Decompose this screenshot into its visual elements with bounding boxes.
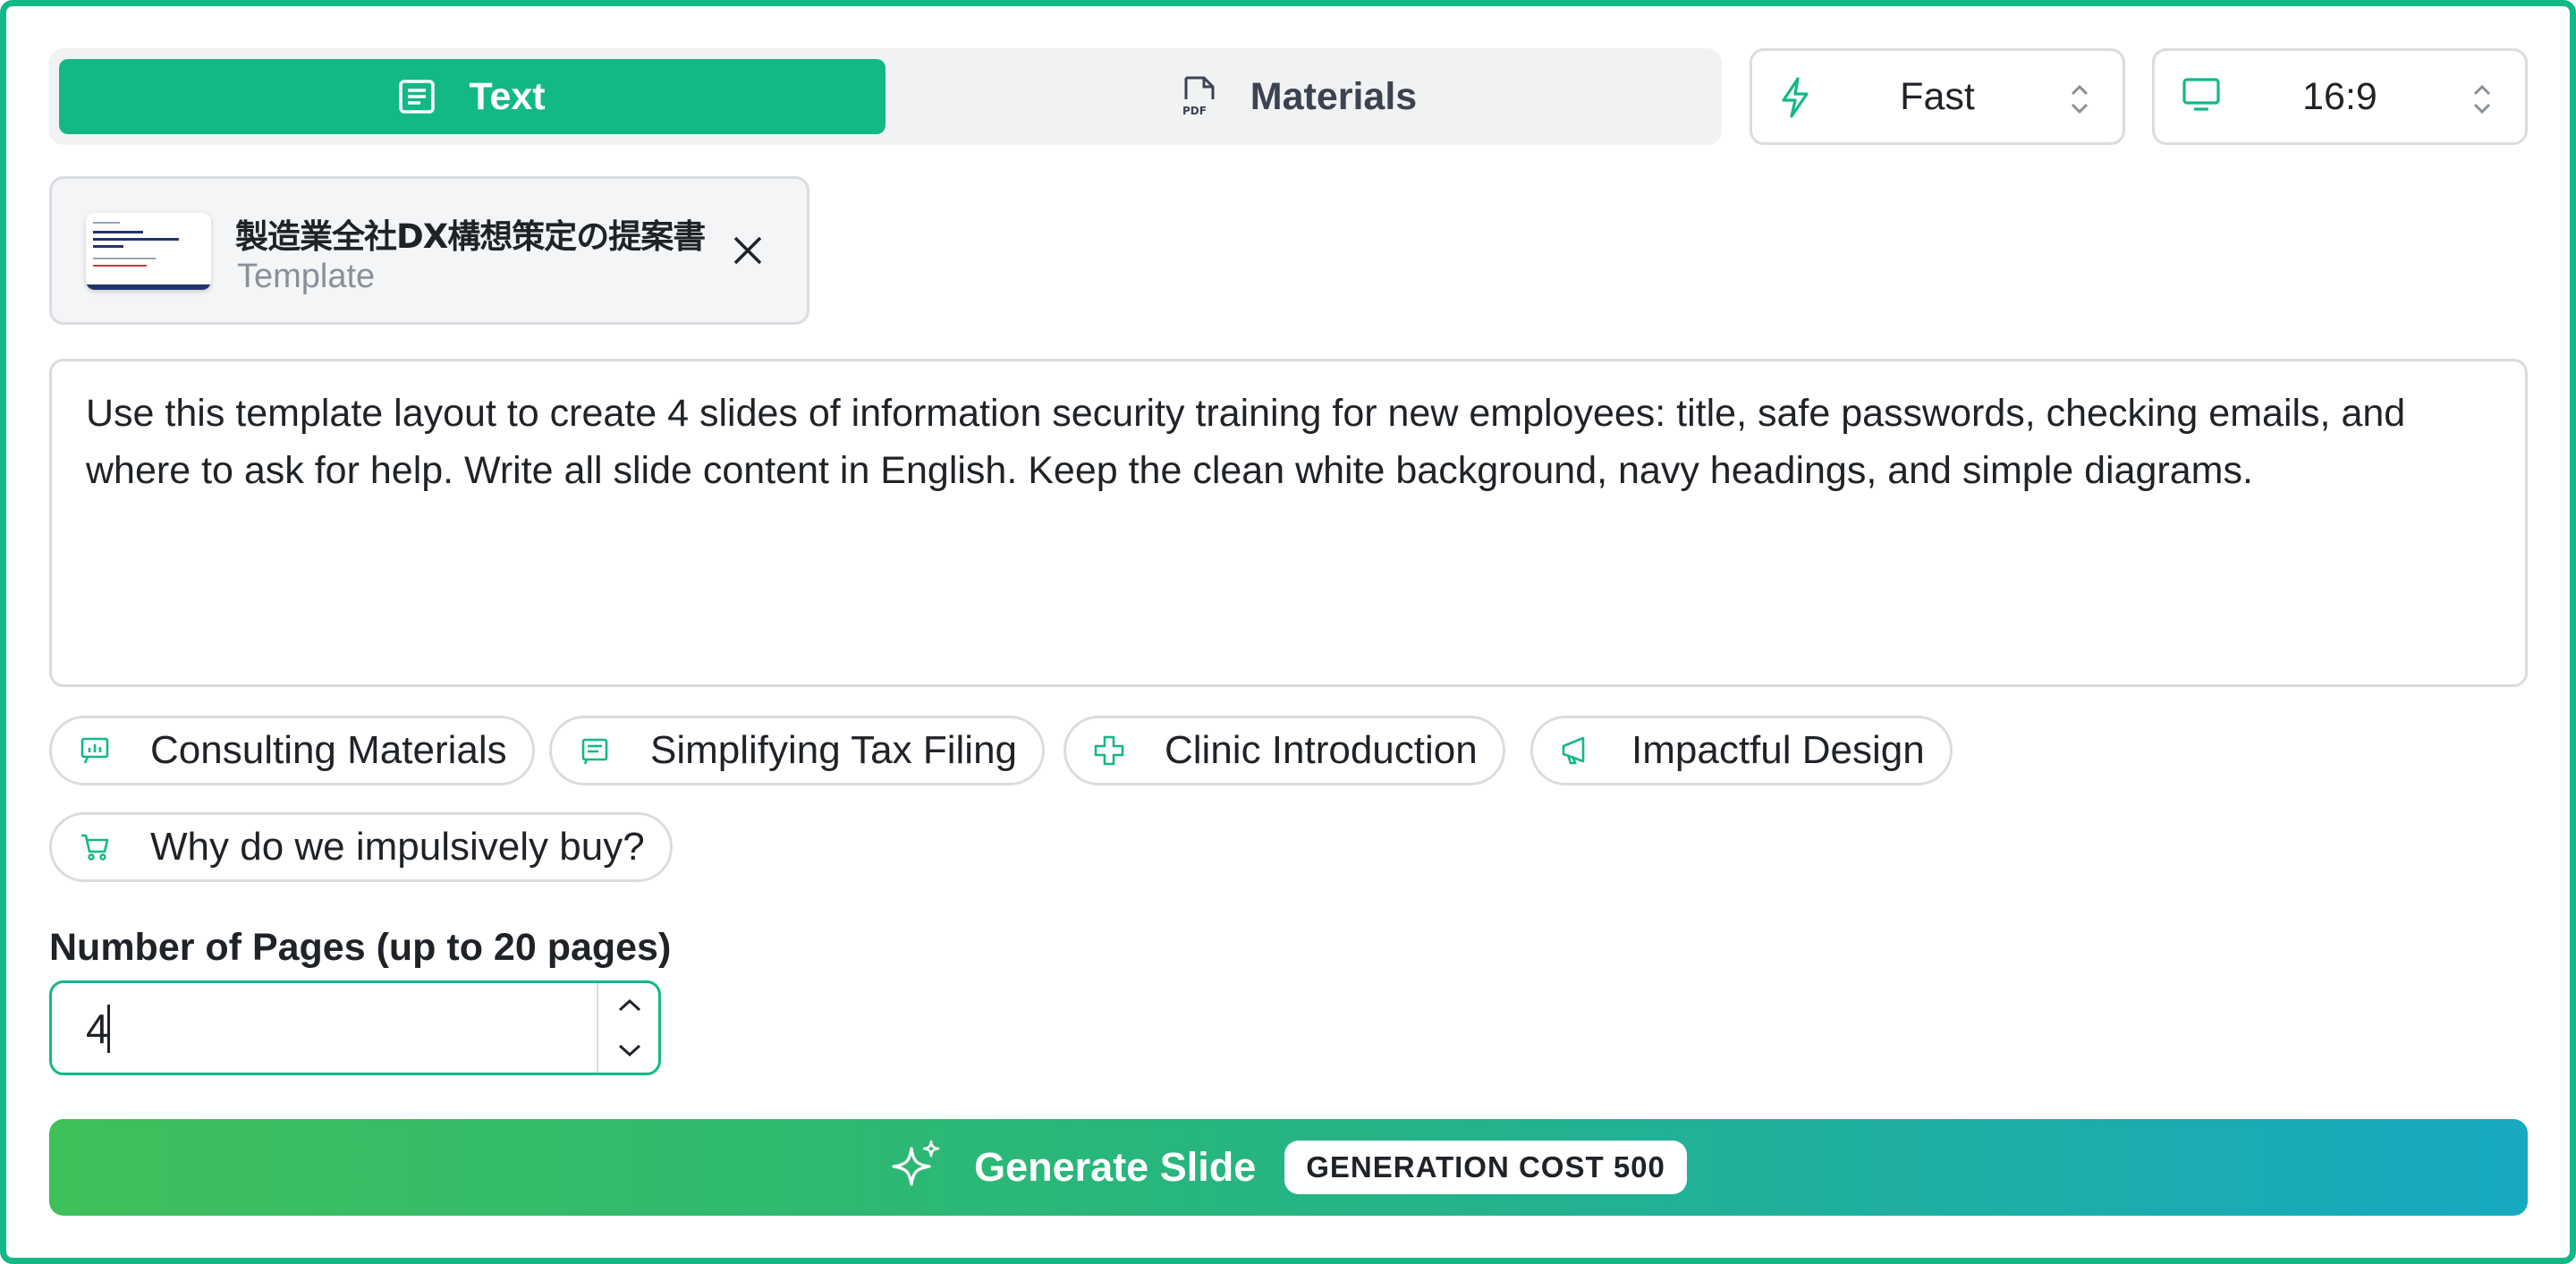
generate-label: Generate Slide (974, 1144, 1257, 1190)
medical-cross-icon (1093, 734, 1165, 767)
sparkle-icon (890, 1140, 944, 1196)
tab-materials[interactable]: PDF Materials (886, 59, 1712, 134)
generate-slide-button[interactable]: Generate Slide GENERATION COST 500 (49, 1119, 2528, 1216)
increment-button[interactable] (601, 983, 658, 1028)
chevron-updown-icon (2471, 81, 2493, 122)
speed-select[interactable]: Fast (1750, 48, 2125, 145)
pdf-file-icon: PDF (1181, 76, 1216, 117)
shopping-cart-icon (79, 831, 150, 863)
text-document-icon (399, 80, 436, 114)
template-chip: 製造業全社DX構想策定の提案書 Template (49, 176, 809, 325)
template-thumbnail (86, 213, 211, 290)
speed-select-value: Fast (1900, 74, 1975, 118)
mode-tabs: Text PDF Materials (49, 48, 1722, 145)
stepper-divider (597, 983, 598, 1073)
suggestion-label: Consulting Materials (150, 728, 507, 772)
svg-text:PDF: PDF (1182, 105, 1207, 117)
aspect-ratio-select[interactable]: 16:9 (2152, 48, 2528, 145)
tab-text[interactable]: Text (59, 59, 886, 134)
suggestion-label: Why do we impulsively buy? (150, 825, 645, 869)
chevron-updown-icon (2069, 81, 2090, 122)
pages-label: Number of Pages (up to 20 pages) (49, 926, 672, 969)
text-caret (107, 1005, 110, 1053)
tab-materials-label: Materials (1250, 74, 1418, 118)
suggestion-consulting-materials[interactable]: Consulting Materials (49, 716, 535, 785)
presentation-chart-icon (79, 734, 150, 767)
template-title: 製造業全社DX構想策定の提案書 (235, 217, 706, 256)
template-subtitle: Template (237, 258, 376, 295)
close-icon[interactable] (732, 234, 764, 271)
aspect-ratio-value: 16:9 (2302, 74, 2377, 118)
generation-cost-badge: GENERATION COST 500 (1284, 1141, 1687, 1194)
pages-number-input[interactable]: 4 (49, 980, 661, 1075)
suggestion-label: Simplifying Tax Filing (650, 728, 1018, 772)
suggestion-label: Clinic Introduction (1165, 728, 1478, 772)
decrement-button[interactable] (601, 1028, 658, 1073)
megaphone-icon (1560, 734, 1631, 767)
suggestion-simplifying-tax-filing[interactable]: Simplifying Tax Filing (549, 716, 1046, 785)
receipt-icon (579, 734, 650, 767)
tab-text-label: Text (469, 74, 546, 118)
suggestion-impulsive-buy[interactable]: Why do we impulsively buy? (49, 812, 673, 882)
suggestion-impactful-design[interactable]: Impactful Design (1530, 716, 1953, 785)
prompt-textarea[interactable]: Use this template layout to create 4 sli… (49, 359, 2528, 687)
suggestion-label: Impactful Design (1631, 728, 1925, 772)
suggestion-clinic-introduction[interactable]: Clinic Introduction (1063, 716, 1505, 785)
pages-value: 4 (86, 1005, 109, 1052)
